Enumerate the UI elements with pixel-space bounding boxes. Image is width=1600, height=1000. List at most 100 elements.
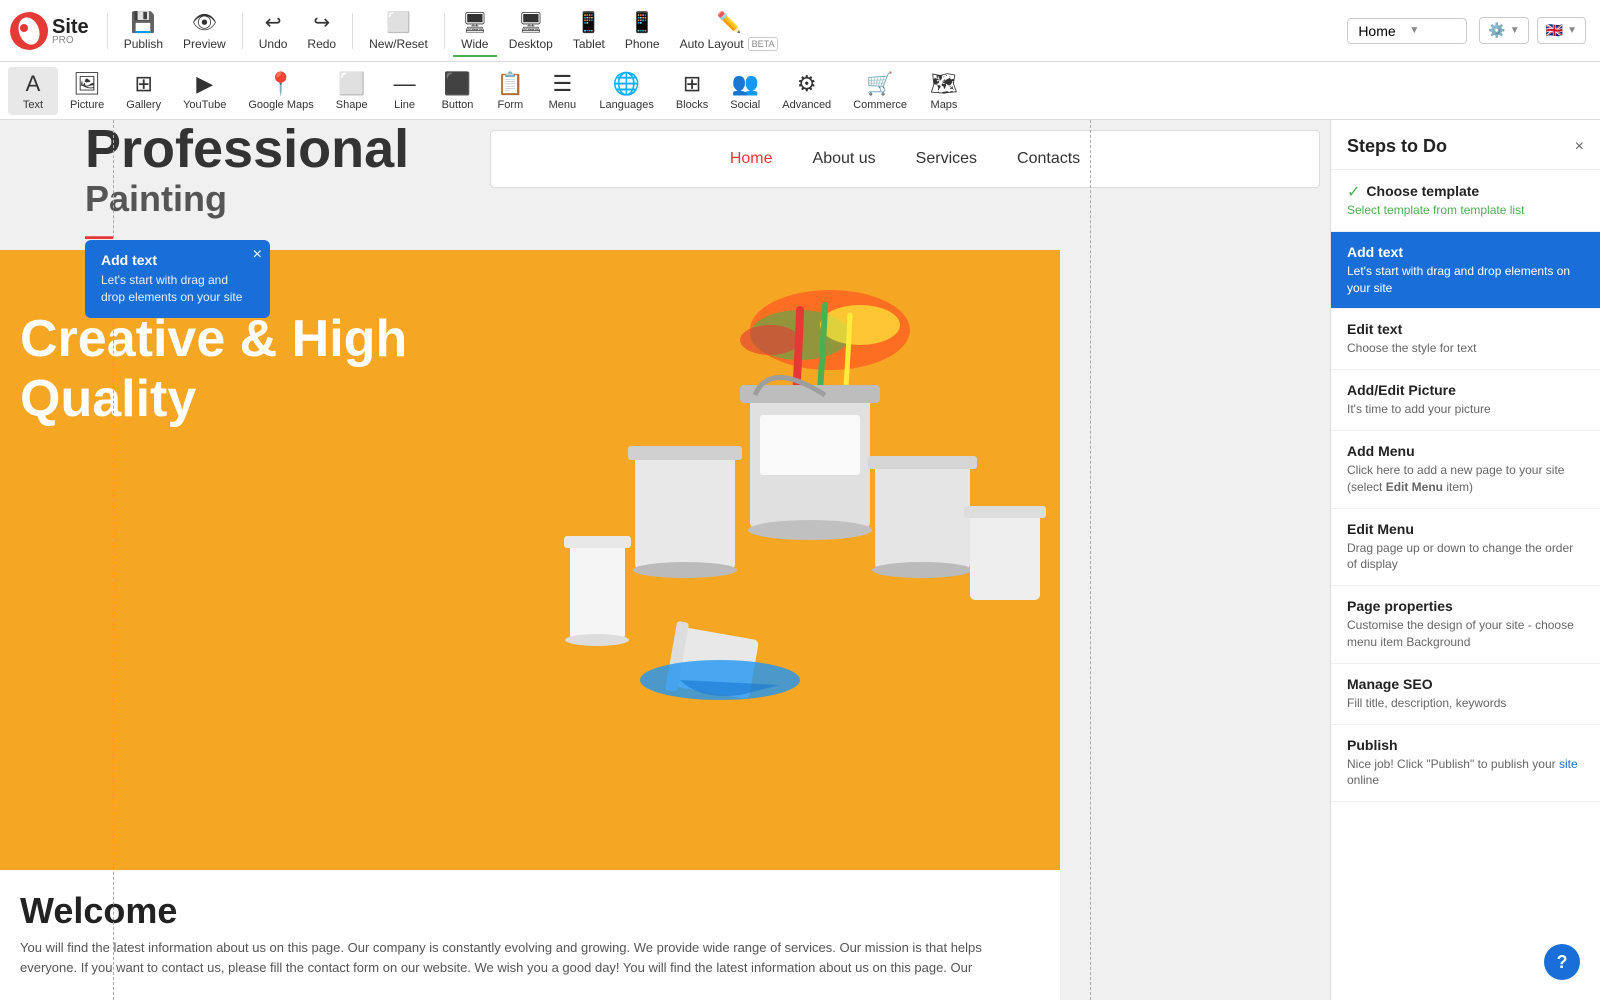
help-button[interactable]: ? — [1544, 944, 1580, 980]
preview-icon: 👁 — [192, 10, 217, 35]
maps-tool-icon: 📍 — [267, 71, 294, 97]
tool-line[interactable]: ― Line — [380, 67, 430, 115]
toolbar: A Text 🖼 Picture ⊞ Gallery ▶ YouTube 📍 G… — [0, 62, 1600, 120]
step-add-text[interactable]: Add text Let's start with drag and drop … — [1331, 232, 1600, 310]
separator-2 — [242, 13, 243, 49]
tool-gallery[interactable]: ⊞ Gallery — [116, 67, 171, 115]
flag-icon: 🇬🇧 — [1546, 22, 1563, 39]
step-edit-menu[interactable]: Edit Menu Drag page up or down to change… — [1331, 509, 1600, 587]
commerce-tool-icon: 🛒 — [866, 71, 893, 97]
tool-button[interactable]: ⬛ Button — [432, 67, 484, 115]
add-text-tooltip: × Add text Let's start with drag and dro… — [85, 240, 270, 318]
welcome-text: You will find the latest information abo… — [20, 938, 1040, 977]
tablet-icon: 📱 — [576, 10, 601, 35]
tool-maps[interactable]: 🗺 Maps — [919, 67, 969, 115]
wide-button[interactable]: 🖥 Wide — [453, 6, 497, 55]
gear-icon: ⚙️ — [1488, 22, 1505, 39]
welcome-section: Welcome You will find the latest informa… — [0, 870, 1060, 1000]
language-button[interactable]: 🇬🇧 ▼ — [1537, 17, 1586, 44]
step-edit-text[interactable]: Edit text Choose the style for text — [1331, 309, 1600, 370]
steps-header: Steps to Do × — [1331, 120, 1600, 170]
blocks-tool-icon: ⊞ — [683, 71, 701, 97]
logo-icon — [10, 12, 48, 50]
undo-button[interactable]: ↩ Undo — [251, 6, 296, 55]
hero-text: Creative & High Quality — [20, 310, 407, 430]
shape-tool-icon: ⬜ — [338, 71, 365, 97]
home-dropdown[interactable]: Home ▼ — [1347, 18, 1467, 44]
tool-picture[interactable]: 🖼 Picture — [60, 67, 114, 115]
main-area: × Add text Let's start with drag and dro… — [0, 120, 1600, 1000]
step-add-menu[interactable]: Add Menu Click here to add a new page to… — [1331, 431, 1600, 509]
step-choose-template[interactable]: ✓ Choose template Select template from t… — [1331, 170, 1600, 232]
preview-button[interactable]: 👁 Preview — [175, 6, 234, 55]
steps-panel: Steps to Do × ✓ Choose template Select t… — [1330, 120, 1600, 1000]
preview-nav: Home About us Services Contacts — [490, 130, 1320, 188]
undo-icon: ↩ — [265, 10, 282, 35]
settings-chevron: ▼ — [1510, 25, 1520, 36]
tool-form[interactable]: 📋 Form — [485, 67, 535, 115]
redo-icon: ↪ — [313, 10, 330, 35]
top-bar: Site PRO 💾 Publish 👁 Preview ↩ Undo ↪ Re… — [0, 0, 1600, 62]
tool-youtube[interactable]: ▶ YouTube — [173, 67, 236, 115]
nav-about-us[interactable]: About us — [813, 150, 876, 168]
tooltip-close-button[interactable]: × — [253, 246, 262, 264]
button-tool-icon: ⬛ — [444, 71, 471, 97]
language-chevron: ▼ — [1567, 25, 1577, 36]
tool-text[interactable]: A Text — [8, 67, 58, 115]
add-menu-desc: Click here to add a new page to your sit… — [1347, 462, 1584, 496]
text-tool-icon: A — [26, 71, 41, 97]
new-reset-icon: ⬜ — [386, 10, 411, 35]
canvas[interactable]: × Add text Let's start with drag and dro… — [0, 120, 1330, 1000]
line-tool-icon: ― — [394, 71, 416, 97]
check-icon-1: ✓ — [1347, 182, 1360, 202]
tool-shape[interactable]: ⬜ Shape — [326, 67, 378, 115]
tool-advanced[interactable]: ⚙ Advanced — [772, 67, 841, 115]
phone-button[interactable]: 📱 Phone — [617, 6, 668, 55]
auto-layout-button[interactable]: ✏️ Auto Layout BETA — [672, 6, 787, 55]
desktop-button[interactable]: 🖥 Desktop — [501, 6, 561, 55]
professional-header: Professional Painting — — [85, 120, 409, 252]
tool-languages[interactable]: 🌐 Languages — [589, 67, 663, 115]
steps-title: Steps to Do — [1347, 136, 1447, 157]
advanced-tool-icon: ⚙ — [797, 71, 817, 97]
form-tool-icon: 📋 — [497, 71, 524, 97]
publish-desc: Nice job! Click "Publish" to publish you… — [1347, 756, 1584, 790]
youtube-tool-icon: ▶ — [196, 71, 213, 97]
step-publish[interactable]: Publish Nice job! Click "Publish" to pub… — [1331, 725, 1600, 803]
paint-buckets — [480, 250, 1060, 730]
tablet-button[interactable]: 📱 Tablet — [565, 6, 613, 55]
menu-tool-icon: ☰ — [553, 71, 573, 97]
publish-button[interactable]: 💾 Publish — [116, 6, 171, 55]
step-page-properties[interactable]: Page properties Customise the design of … — [1331, 586, 1600, 664]
tool-commerce[interactable]: 🛒 Commerce — [843, 67, 917, 115]
new-reset-button[interactable]: ⬜ New/Reset — [361, 6, 436, 55]
home-dropdown-chevron: ▼ — [1409, 25, 1456, 36]
subheader-text: Painting — [85, 179, 409, 219]
picture-tool-icon: 🖼 — [73, 71, 101, 97]
redo-button[interactable]: ↪ Redo — [299, 6, 344, 55]
auto-layout-icon: ✏️ — [717, 10, 742, 35]
tool-google-maps[interactable]: 📍 Google Maps — [238, 67, 323, 115]
phone-icon: 📱 — [630, 10, 655, 35]
languages-tool-icon: 🌐 — [613, 71, 640, 97]
maps2-tool-icon: 🗺 — [930, 71, 958, 97]
tool-menu[interactable]: ☰ Menu — [537, 67, 587, 115]
welcome-title: Welcome — [20, 890, 1040, 932]
social-tool-icon: 👥 — [732, 71, 759, 97]
step-manage-seo[interactable]: Manage SEO Fill title, description, keyw… — [1331, 664, 1600, 725]
tool-social[interactable]: 👥 Social — [720, 67, 770, 115]
publish-icon: 💾 — [131, 10, 156, 35]
tooltip-description: Let's start with drag and drop elements … — [101, 272, 254, 306]
nav-home[interactable]: Home — [730, 150, 773, 168]
settings-button[interactable]: ⚙️ ▼ — [1479, 17, 1528, 44]
steps-close-button[interactable]: × — [1575, 138, 1584, 156]
desktop-icon: 🖥 — [518, 10, 543, 35]
gallery-tool-icon: ⊞ — [134, 71, 152, 97]
step-add-edit-picture[interactable]: Add/Edit Picture It's time to add your p… — [1331, 370, 1600, 431]
beta-badge: BETA — [748, 37, 779, 51]
logo-area: Site PRO — [10, 12, 89, 50]
nav-contacts[interactable]: Contacts — [1017, 150, 1080, 168]
nav-services[interactable]: Services — [916, 150, 977, 168]
tool-blocks[interactable]: ⊞ Blocks — [666, 67, 718, 115]
wide-icon: 🖥 — [462, 10, 487, 35]
